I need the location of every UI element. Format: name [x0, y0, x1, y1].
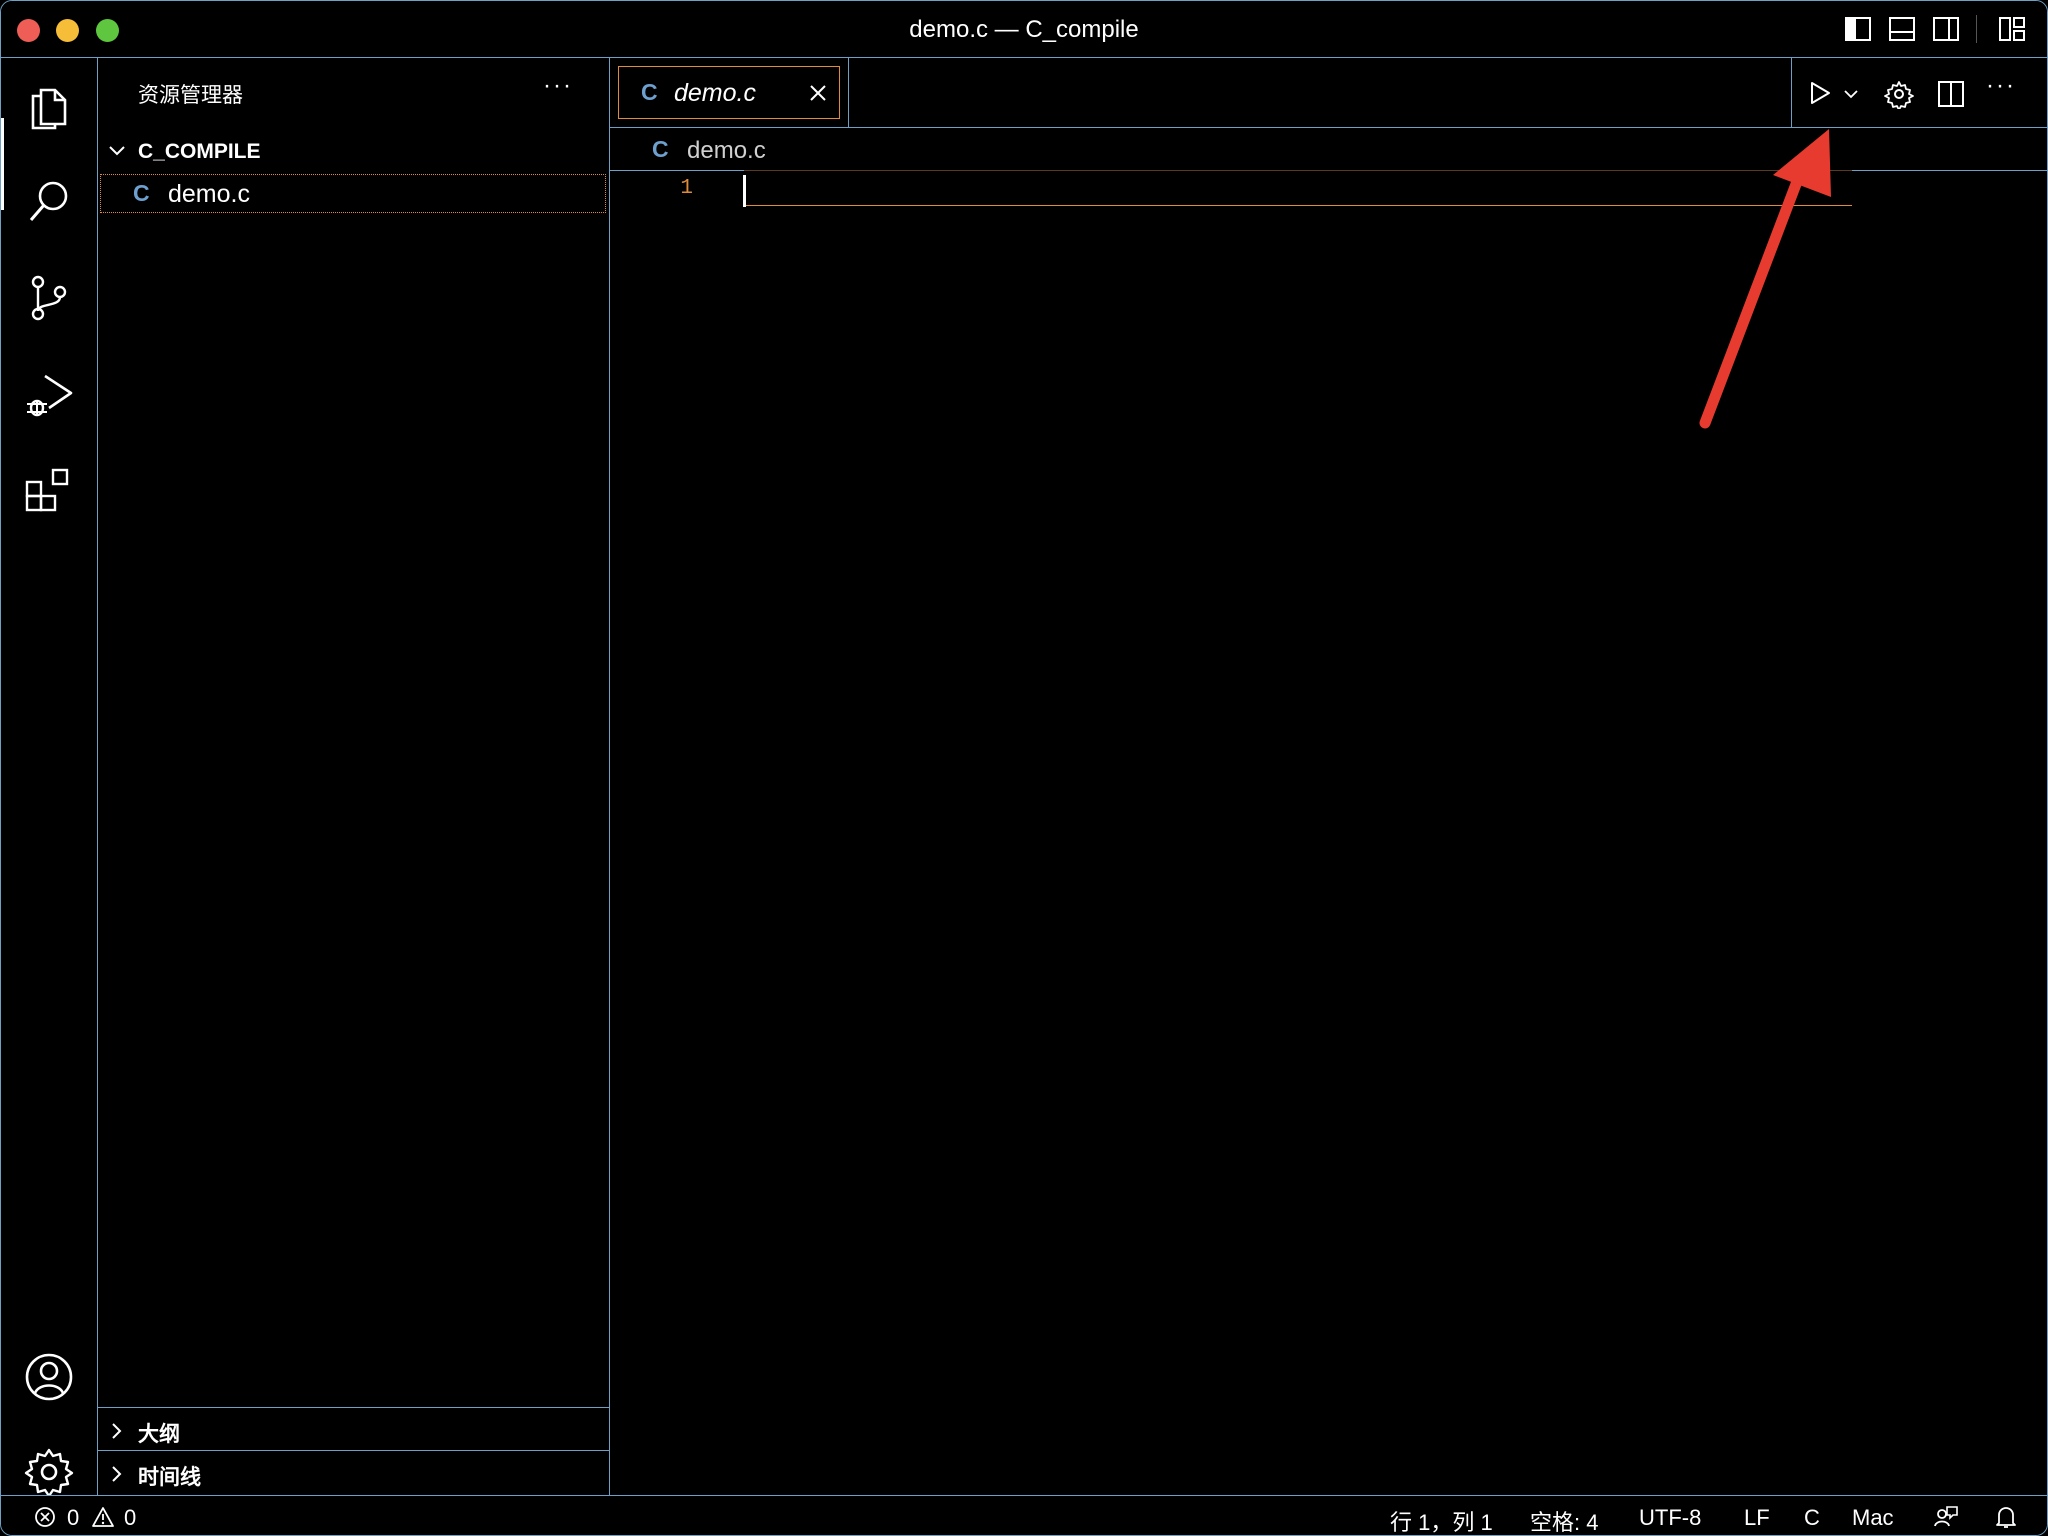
annotation-arrow-icon — [1699, 129, 1831, 429]
folder-name: C_COMPILE — [138, 140, 261, 163]
activity-bar — [1, 58, 98, 1498]
explorer-sidebar: 资源管理器 ··· C_COMPILE C demo.c 大纲 时间线 — [98, 58, 610, 1495]
tab-separator — [848, 58, 849, 127]
notifications-bell-icon[interactable] — [1994, 1504, 2018, 1530]
split-editor-icon[interactable] — [1937, 80, 1965, 108]
error-icon[interactable] — [34, 1506, 56, 1528]
error-count[interactable]: 0 — [67, 1505, 79, 1531]
explorer-more-actions-button[interactable]: ··· — [543, 72, 573, 100]
c-file-icon: C — [641, 79, 658, 105]
search-icon[interactable] — [21, 174, 77, 230]
settings-gear-icon[interactable] — [1884, 79, 1914, 109]
actions-separator — [1791, 58, 1792, 127]
run-and-debug-icon[interactable] — [21, 366, 77, 422]
customize-layout-icon[interactable] — [1998, 15, 2026, 43]
status-bar: 0 0 行 1，列 1 空格: 4 UTF-8 LF C Mac — [1, 1495, 2047, 1535]
outline-section[interactable]: 大纲 — [98, 1407, 609, 1450]
indentation[interactable]: 空格: 4 — [1530, 1505, 1598, 1535]
active-view-indicator — [1, 118, 4, 210]
platform[interactable]: Mac — [1852, 1505, 1894, 1531]
warning-icon[interactable] — [91, 1506, 115, 1528]
toggle-panel-icon[interactable] — [1888, 15, 1916, 43]
file-name: demo.c — [168, 180, 250, 208]
cursor-position[interactable]: 行 1，列 1 — [1390, 1505, 1493, 1535]
explorer-icon[interactable] — [21, 78, 77, 134]
warning-count[interactable]: 0 — [124, 1505, 136, 1531]
feedback-icon[interactable] — [1933, 1504, 1959, 1530]
breadcrumb-file[interactable]: demo.c — [687, 137, 766, 165]
more-actions-icon[interactable]: ··· — [1986, 72, 2016, 100]
toggle-secondary-sidebar-icon[interactable] — [1932, 15, 1960, 43]
tab-demo-c[interactable]: C demo.c — [618, 66, 840, 119]
folder-row-c-compile[interactable]: C_COMPILE — [98, 134, 609, 168]
chevron-right-icon — [112, 1423, 122, 1439]
timeline-section[interactable]: 时间线 — [98, 1450, 609, 1495]
manage-gear-icon[interactable] — [21, 1444, 77, 1500]
title-bar: demo.c — C_compile — [1, 1, 2047, 58]
chevron-down-icon — [109, 146, 125, 156]
text-cursor — [743, 175, 746, 207]
line-number: 1 — [680, 177, 693, 200]
editor-tab-bar: C demo.c ··· — [610, 58, 2047, 128]
vscode-window: demo.c — C_compile 资源管理器 ··· C_COMPILE C… — [0, 0, 2048, 1536]
c-file-icon: C — [133, 180, 150, 206]
tab-label: demo.c — [674, 79, 756, 107]
window-title: demo.c — C_compile — [909, 16, 1139, 43]
current-line-highlight — [744, 170, 1852, 206]
accounts-icon[interactable] — [21, 1349, 77, 1405]
extensions-icon[interactable] — [21, 462, 77, 518]
toggle-primary-sidebar-icon[interactable] — [1844, 15, 1872, 43]
file-row-demo-c[interactable]: C demo.c — [100, 174, 606, 213]
outline-label: 大纲 — [138, 1423, 180, 1446]
run-icon[interactable] — [1808, 80, 1832, 106]
source-control-icon[interactable] — [21, 270, 77, 326]
titlebar-divider — [1976, 15, 1977, 43]
timeline-label: 时间线 — [138, 1466, 201, 1489]
chevron-right-icon — [112, 1466, 122, 1482]
end-of-line[interactable]: LF — [1744, 1505, 1770, 1531]
language-mode[interactable]: C — [1804, 1505, 1820, 1531]
c-file-icon: C — [652, 136, 669, 162]
encoding[interactable]: UTF-8 — [1639, 1505, 1701, 1531]
explorer-title: 资源管理器 — [138, 84, 243, 107]
close-icon[interactable] — [809, 84, 827, 102]
run-dropdown-icon[interactable] — [1843, 88, 1859, 100]
